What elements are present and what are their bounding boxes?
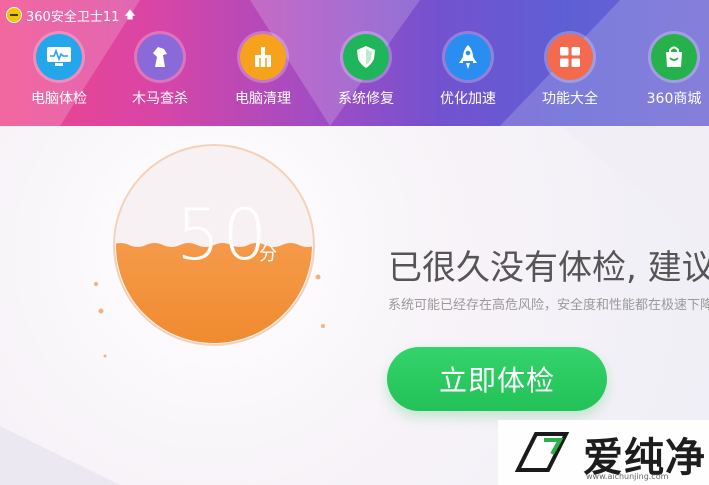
- main-nav: 电脑体检 木马查杀 电脑清理 系统修复 优化加速 功能大全 360商城: [0, 34, 709, 114]
- bag-icon: [651, 34, 697, 80]
- title-bar: 360安全卫士11 🡅: [6, 5, 136, 25]
- monitor-icon: [36, 34, 82, 80]
- shield-icon: [343, 34, 389, 80]
- status-headline: 已很久没有体检, 建议立即体检: [388, 248, 709, 288]
- nav-item-trojan-scan[interactable]: 木马查杀: [120, 34, 200, 114]
- app-title: 360安全卫士11: [26, 9, 120, 25]
- broom-icon: [240, 34, 286, 80]
- grid-icon: [547, 34, 593, 80]
- horse-icon: [137, 34, 183, 80]
- nav-item-optimize-speedup[interactable]: 优化加速: [428, 34, 508, 114]
- watermark: 爱纯净 www.aichunjing.com: [498, 420, 709, 485]
- rocket-icon: [445, 34, 491, 80]
- check-now-button[interactable]: 立即体检: [387, 347, 607, 411]
- nav-label: 360商城: [646, 91, 702, 107]
- watermark-logo-icon: [514, 432, 570, 472]
- status-detail: 系统可能已经存在高危风险，安全度和性能都在极速下降: [388, 298, 709, 313]
- nav-item-all-features[interactable]: 功能大全: [530, 34, 610, 114]
- nav-item-system-repair[interactable]: 系统修复: [326, 34, 406, 114]
- nav-label: 电脑清理: [235, 91, 291, 107]
- nav-label: 电脑体检: [31, 91, 87, 107]
- header-banner: 360安全卫士11 🡅 电脑体检 木马查杀 电脑清理 系统修复 优化加速 功能大…: [0, 0, 709, 126]
- nav-label: 功能大全: [542, 91, 598, 107]
- score-value: 50: [176, 194, 270, 276]
- nav-item-pc-checkup[interactable]: 电脑体检: [19, 34, 99, 114]
- nav-label: 木马查杀: [132, 91, 188, 107]
- nav-label: 系统修复: [338, 91, 394, 107]
- upgrade-arrow-icon[interactable]: 🡅: [124, 6, 135, 25]
- score-unit: 分: [259, 244, 277, 265]
- app-logo-icon: [6, 7, 22, 23]
- nav-item-pc-cleanup[interactable]: 电脑清理: [223, 34, 303, 114]
- nav-item-360-mall[interactable]: 360商城: [634, 34, 709, 114]
- watermark-url: www.aichunjing.com: [586, 472, 669, 481]
- nav-label: 优化加速: [440, 91, 496, 107]
